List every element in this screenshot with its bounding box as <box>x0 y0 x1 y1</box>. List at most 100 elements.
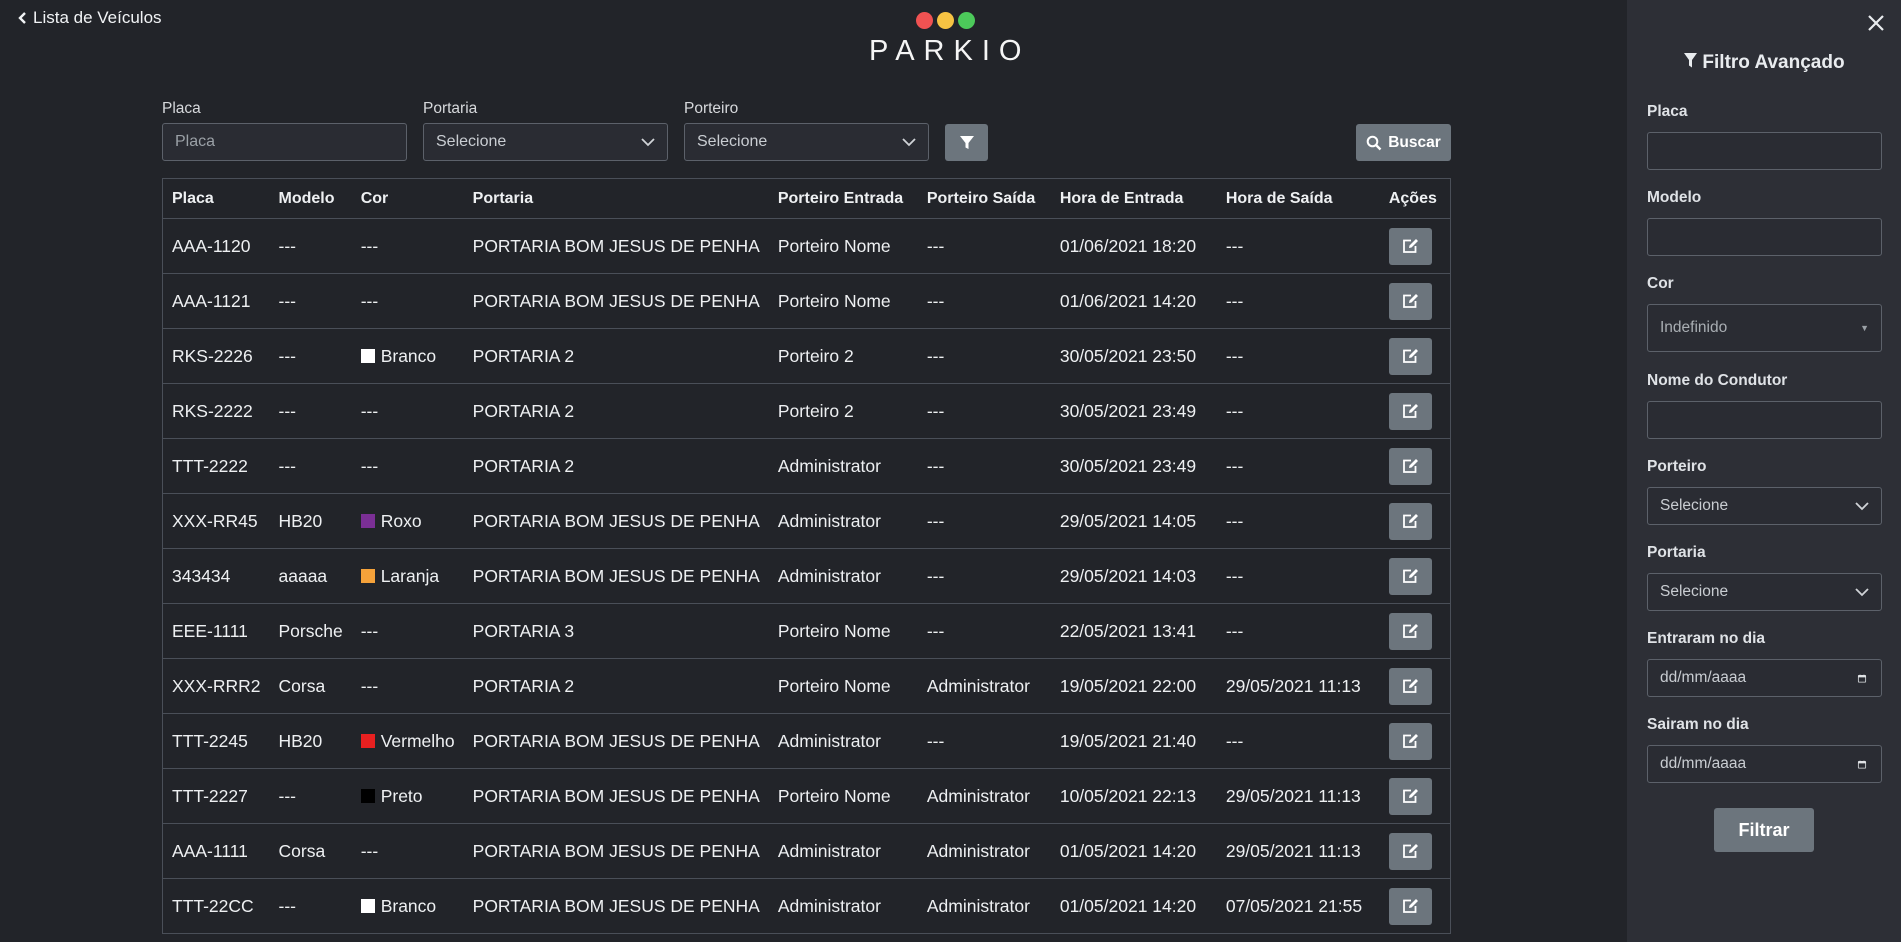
cell-placa: TTT-22CC <box>162 878 270 934</box>
cell-porteiro-saida: --- <box>917 713 1051 769</box>
cell-porteiro-saida: --- <box>917 328 1051 384</box>
cor-text: --- <box>360 455 379 476</box>
cell-placa: AAA-1121 <box>162 273 270 329</box>
cell-cor: --- <box>351 383 464 439</box>
chevron-down-icon <box>1855 501 1869 510</box>
vehicles-table: Placa Modelo Cor Portaria Porteiro Entra… <box>162 178 1451 934</box>
cor-text: --- <box>360 620 379 641</box>
cell-acoes <box>1379 273 1451 329</box>
porteiro-entrada-text: Porteiro 2 <box>777 400 854 421</box>
sidebar-portaria-select[interactable]: Selecione <box>1647 573 1882 611</box>
portaria-filter-label: Portaria <box>423 100 478 117</box>
table-row: 343434 aaaaa Laranja PORTARIA BOM JESUS DE … <box>162 548 1451 604</box>
porteiro-saida-text: --- <box>926 400 945 421</box>
hora-saida-text: --- <box>1225 510 1244 531</box>
cell-hora-entrada: 10/05/2021 22:13 <box>1050 768 1217 824</box>
portaria-text: PORTARIA 2 <box>472 400 575 421</box>
portaria-filter-value: Selecione <box>436 133 507 150</box>
cell-porteiro-saida: --- <box>917 383 1051 439</box>
edit-button[interactable] <box>1388 887 1432 925</box>
search-button-label: Buscar <box>1388 133 1441 151</box>
col-cor: Cor <box>351 178 464 219</box>
cell-portaria: PORTARIA BOM JESUS DE PENHA <box>463 493 769 549</box>
sidebar-porteiro-select[interactable]: Selecione <box>1647 487 1882 525</box>
porteiro-saida-text: --- <box>926 345 945 366</box>
edit-button[interactable] <box>1388 227 1432 265</box>
porteiro-saida-text: Administrator <box>926 895 1030 916</box>
cell-hora-entrada: 01/06/2021 14:20 <box>1050 273 1217 329</box>
filtrar-button[interactable]: Filtrar <box>1714 808 1814 852</box>
sidebar-title-text: Filtro Avançado <box>1702 52 1845 73</box>
calendar-icon[interactable] <box>1855 674 1869 683</box>
cell-hora-saida: 29/05/2021 11:13 <box>1216 768 1380 824</box>
portaria-filter-select[interactable]: Selecione <box>423 123 668 161</box>
portaria-text: PORTARIA 2 <box>472 675 575 696</box>
cell-porteiro-entrada: Administrator <box>768 548 918 604</box>
col-hora-entrada: Hora de Entrada <box>1050 178 1217 219</box>
sidebar-placa-input[interactable] <box>1647 132 1882 170</box>
sidebar-entraram-date-input[interactable]: dd/mm/aaaa <box>1647 659 1882 697</box>
quick-filters: Placa Placa Portaria Selecione Porteiro … <box>162 100 1452 162</box>
sidebar-entraram-placeholder: dd/mm/aaaa <box>1660 669 1747 686</box>
placa-filter-input[interactable]: Placa <box>162 123 407 161</box>
color-swatch <box>360 568 375 583</box>
cell-hora-saida: --- <box>1216 603 1380 659</box>
chevron-left-icon <box>18 12 26 24</box>
cell-placa: EEE-1111 <box>162 603 270 659</box>
chevron-down-icon <box>1855 587 1869 596</box>
edit-button[interactable] <box>1388 832 1432 870</box>
placa-filter-placeholder: Placa <box>175 133 216 150</box>
sidebar-cor-select[interactable]: Indefinido ▼ <box>1647 304 1882 352</box>
sidebar-modelo-input[interactable] <box>1647 218 1882 256</box>
cor-text: --- <box>360 235 379 256</box>
porteiro-entrada-text: Porteiro Nome <box>777 235 891 256</box>
advanced-filter-toggle-button[interactable] <box>945 124 988 161</box>
cell-modelo: Corsa <box>269 658 352 714</box>
sidebar-portaria-field: Portaria Selecione <box>1647 544 1882 611</box>
search-button[interactable]: Buscar <box>1356 124 1451 161</box>
cor-text: Preto <box>380 785 423 806</box>
modelo-text: --- <box>278 345 296 366</box>
filtrar-button-label: Filtrar <box>1738 819 1790 840</box>
color-swatch <box>360 733 375 748</box>
chevron-down-icon <box>641 137 655 146</box>
cell-hora-entrada: 01/05/2021 14:20 <box>1050 823 1217 879</box>
sidebar-sairam-date-input[interactable]: dd/mm/aaaa <box>1647 745 1882 783</box>
edit-button[interactable] <box>1388 392 1432 430</box>
portaria-text: PORTARIA 2 <box>472 345 575 366</box>
sidebar-condutor-input[interactable] <box>1647 401 1882 439</box>
porteiro-saida-text: --- <box>926 730 945 751</box>
placa-text: AAA-1111 <box>172 840 248 861</box>
edit-button[interactable] <box>1388 722 1432 760</box>
modelo-text: HB20 <box>278 510 323 531</box>
porteiro-entrada-text: Administrator <box>777 455 881 476</box>
edit-button[interactable] <box>1388 447 1432 485</box>
porteiro-filter-label: Porteiro <box>684 100 739 117</box>
porteiro-filter-select[interactable]: Selecione <box>684 123 929 161</box>
close-icon[interactable] <box>1867 14 1885 32</box>
edit-button[interactable] <box>1388 337 1432 375</box>
edit-button[interactable] <box>1388 612 1432 650</box>
edit-button[interactable] <box>1388 777 1432 815</box>
calendar-icon[interactable] <box>1855 760 1869 769</box>
cell-porteiro-saida: --- <box>917 273 1051 329</box>
cell-cor: Roxo <box>351 493 464 549</box>
back-to-vehicle-list-link[interactable]: Lista de Veículos <box>18 8 162 28</box>
search-icon <box>1366 135 1382 150</box>
edit-button[interactable] <box>1388 282 1432 320</box>
porteiro-entrada-text: Porteiro Nome <box>777 620 891 641</box>
cell-hora-entrada: 01/06/2021 18:20 <box>1050 218 1217 274</box>
porteiro-saida-text: --- <box>926 510 945 531</box>
cell-hora-entrada: 30/05/2021 23:49 <box>1050 383 1217 439</box>
edit-button[interactable] <box>1388 667 1432 705</box>
edit-button[interactable] <box>1388 502 1432 540</box>
cell-porteiro-entrada: Administrator <box>768 438 918 494</box>
cell-porteiro-entrada: Porteiro Nome <box>768 768 918 824</box>
cell-hora-saida: 29/05/2021 11:13 <box>1216 658 1380 714</box>
porteiro-saida-text: --- <box>926 290 945 311</box>
hora-entrada-text: 01/05/2021 14:20 <box>1059 840 1197 861</box>
cell-cor: Preto <box>351 768 464 824</box>
edit-button[interactable] <box>1388 557 1432 595</box>
cell-acoes <box>1379 383 1451 439</box>
table-row: RKS-2222 --- --- PORTARIA 2 Porteiro 2 --- 30/… <box>162 383 1451 439</box>
